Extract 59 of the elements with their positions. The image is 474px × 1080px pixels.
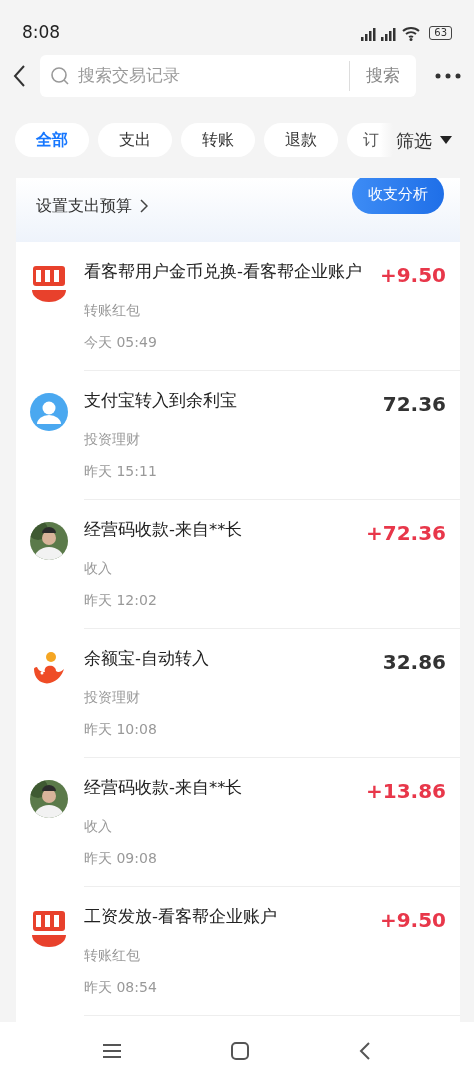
timestamp: 昨天 12:02 [84,591,157,610]
wifi-icon [401,25,422,41]
amount: +72.36 [365,520,446,547]
amount: +9.50 [379,262,446,289]
amount: +9.50 [379,907,446,934]
transaction-row[interactable]: 经营码收款-来自**长 +72.36 收入 昨天 12:02 [16,500,460,629]
logo-icon [30,264,68,304]
search-button[interactable]: 搜索 [349,61,416,91]
menu-icon[interactable] [103,1043,121,1059]
battery-level: 63 [429,26,452,40]
search-field[interactable]: 搜索交易记录 搜索 [40,55,416,97]
filter-tab[interactable]: 退款 [264,123,338,157]
transaction-title: 经营码收款-来自**长 [84,777,243,799]
transaction-title: 余额宝-自动转入 [84,648,209,670]
transaction-title: 看客帮用户金币兑换-看客帮企业账户 [84,261,362,283]
filter-tab[interactable]: 全部 [15,123,89,157]
timestamp: 昨天 15:11 [84,462,157,481]
timestamp: 昨天 10:08 [84,720,157,739]
back-icon [12,64,26,88]
timestamp: 今天 05:49 [84,333,157,352]
category: 收入 [84,559,112,578]
transaction-row[interactable]: 支付宝转入到余利宝 72.36 投资理财 昨天 15:11 [16,371,460,500]
transaction-row[interactable]: 看客帮用户金币兑换-看客帮企业账户 +9.50 转账红包 今天 05:49 [16,242,460,371]
transaction-title: 工资发放-看客帮企业账户 [84,906,277,928]
signal-icon [381,25,398,41]
category: 投资理财 [84,688,140,707]
signal-icon [361,25,378,41]
amount: +13.86 [365,778,446,805]
category: 投资理财 [84,430,140,449]
transaction-row[interactable]: 经营码收款-来自**长 +13.86 收入 昨天 09:08 [16,758,460,887]
category: 转账红包 [84,946,140,965]
transaction-title: 支付宝转入到余利宝 [84,390,237,412]
more-button[interactable] [434,72,462,80]
clock-time: 8:08 [22,21,61,45]
user-avatar-icon [30,780,68,818]
filter-button[interactable]: 筛选 [396,123,452,157]
back-icon[interactable] [359,1042,371,1060]
timestamp: 昨天 09:08 [84,849,157,868]
transaction-row[interactable]: 余额宝-自动转入 32.86 投资理财 昨天 10:08 [16,629,460,758]
logo-icon [30,909,68,949]
caret-icon [440,136,452,144]
filter-tab[interactable]: 支出 [98,123,172,157]
chevron-icon [140,199,148,213]
amount: 72.36 [382,391,446,418]
home-icon[interactable] [231,1042,249,1060]
user-avatar-icon [30,393,68,431]
more-icon [434,72,462,80]
budget-link[interactable]: 设置支出预算 [36,194,148,218]
timestamp: 昨天 08:54 [84,978,157,997]
filter-tab[interactable]: 转账 [181,123,255,157]
category: 收入 [84,817,112,836]
search-icon [50,66,70,86]
user-avatar-icon [30,522,68,560]
back-button[interactable] [12,64,26,88]
analysis-button[interactable]: 收支分析 [352,178,444,214]
category: 转账红包 [84,301,140,320]
amount: 32.86 [382,649,446,676]
transaction-title: 经营码收款-来自**长 [84,519,243,541]
transaction-row[interactable]: 工资发放-看客帮企业账户 +9.50 转账红包 昨天 08:54 [16,887,460,1016]
